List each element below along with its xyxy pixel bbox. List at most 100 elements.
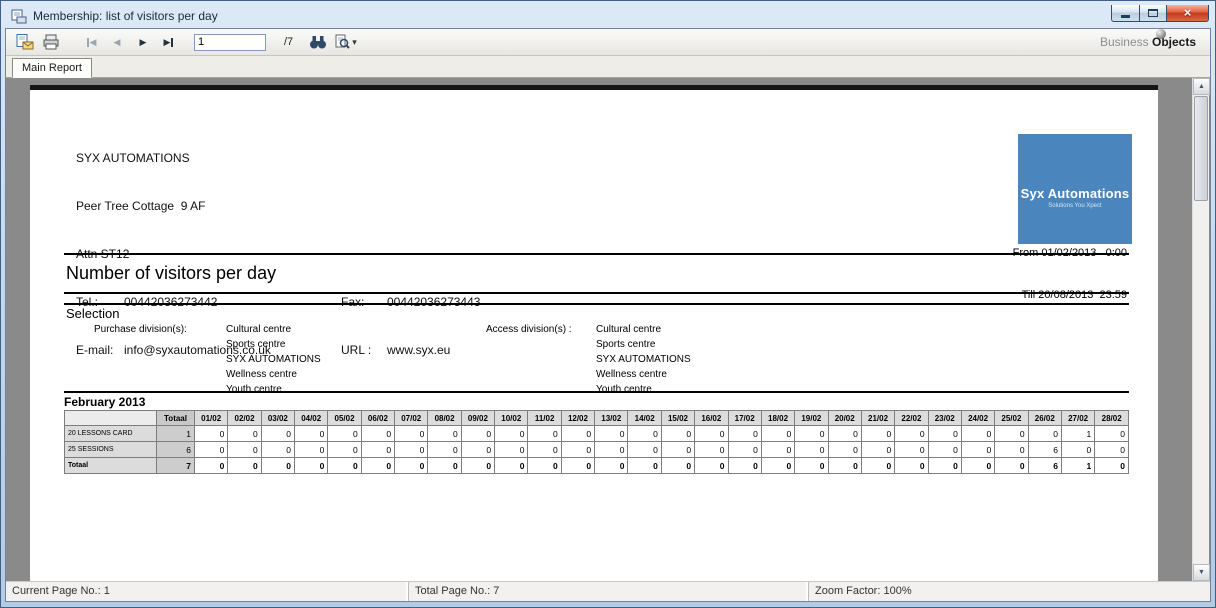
day-cell: 0 bbox=[460, 441, 496, 458]
logo-title: Syx Automations bbox=[1020, 186, 1130, 201]
table-header-cell: 08/02 bbox=[427, 410, 462, 426]
day-cell: 0 bbox=[927, 441, 962, 458]
day-cell: 0 bbox=[694, 425, 729, 442]
table-header-cell: 27/02 bbox=[1060, 410, 1096, 426]
purchase-division-item: SYX AUTOMATIONS bbox=[226, 354, 321, 365]
prev-page-button[interactable]: ◀ bbox=[106, 31, 128, 53]
search-expert-button[interactable]: ▾ bbox=[333, 31, 358, 53]
table-header-cell: 05/02 bbox=[327, 410, 362, 426]
print-button[interactable] bbox=[40, 31, 62, 53]
visitors-table: Totaal 01/02 02/02 03/02 04/02 05/02 06/02 07/0… bbox=[64, 410, 1129, 474]
table-header-cell: 13/02 bbox=[594, 410, 629, 426]
vertical-scrollbar[interactable]: ▲ ▼ bbox=[1192, 78, 1210, 581]
last-page-bar bbox=[171, 37, 174, 47]
export-button[interactable] bbox=[14, 31, 36, 53]
table-header-cell: 09/02 bbox=[460, 410, 496, 426]
day-cell: 0 bbox=[894, 425, 929, 442]
prev-page-icon: ◀ bbox=[113, 36, 121, 47]
table-header-cell: 04/02 bbox=[294, 410, 329, 426]
first-page-button[interactable]: ◀ bbox=[80, 31, 102, 53]
day-cell: 0 bbox=[394, 457, 429, 474]
page-number-input[interactable] bbox=[194, 33, 266, 51]
day-cell: 0 bbox=[827, 425, 862, 442]
find-button[interactable] bbox=[307, 31, 329, 53]
day-cell: 0 bbox=[327, 457, 362, 474]
day-cell: 0 bbox=[1027, 425, 1062, 442]
table-header-cell: 07/02 bbox=[394, 410, 429, 426]
day-cell: 0 bbox=[627, 425, 662, 442]
day-cell: 0 bbox=[494, 425, 529, 442]
tabstrip: Main Report bbox=[6, 56, 1210, 78]
purchase-division-item: Youth centre bbox=[226, 384, 282, 393]
report-viewer: SYX AUTOMATIONS Peer Tree Cottage 9 AF A… bbox=[6, 78, 1210, 581]
table-header-cell: 23/02 bbox=[927, 410, 962, 426]
date-range-till: Till 20/08/2013 23:59 bbox=[1021, 288, 1127, 301]
table-row: Totaal 7 0 0 0 0 0 0 0 0 0 0 0 0 0 0 0 0 0 0 0 0 0 0 0 0 0 6 1 0 bbox=[64, 457, 1129, 474]
day-cell: 0 bbox=[994, 425, 1029, 442]
access-division-item: Wellness centre bbox=[596, 369, 667, 380]
minimize-button[interactable] bbox=[1111, 4, 1139, 22]
day-cell: 0 bbox=[960, 425, 996, 442]
scroll-up-button[interactable]: ▲ bbox=[1193, 78, 1210, 95]
close-button[interactable]: × bbox=[1167, 4, 1209, 22]
table-header-cell: 11/02 bbox=[527, 410, 562, 426]
status-current-page: Current Page No.: 1 bbox=[6, 582, 409, 601]
purchase-division-item: Wellness centre bbox=[226, 369, 297, 380]
total-cell: 1 bbox=[156, 425, 195, 442]
bo-sphere-icon bbox=[1155, 29, 1166, 39]
day-cell: 0 bbox=[594, 425, 629, 442]
day-cell: 0 bbox=[294, 457, 329, 474]
report-page: SYX AUTOMATIONS Peer Tree Cottage 9 AF A… bbox=[30, 85, 1158, 581]
day-cell: 0 bbox=[1094, 425, 1129, 442]
tab-main-report[interactable]: Main Report bbox=[12, 58, 92, 78]
day-cell: 0 bbox=[960, 457, 996, 474]
day-cell: 1 bbox=[1060, 425, 1096, 442]
brand-business: Business bbox=[1099, 35, 1149, 49]
scroll-thumb[interactable] bbox=[1194, 96, 1208, 201]
access-divisions-label: Access division(s) : bbox=[486, 324, 572, 335]
scroll-down-icon: ▼ bbox=[1198, 569, 1205, 576]
report-title-band: Number of visitors per day From 01/02/20… bbox=[64, 247, 1129, 301]
day-cell: 0 bbox=[494, 457, 529, 474]
day-cell: 0 bbox=[760, 457, 796, 474]
next-page-icon: ▶ bbox=[139, 36, 147, 47]
export-icon bbox=[16, 34, 34, 50]
day-cell: 0 bbox=[594, 457, 629, 474]
scroll-up-icon: ▲ bbox=[1198, 83, 1205, 90]
day-cell: 0 bbox=[694, 441, 729, 458]
table-header-row: Totaal 01/02 02/02 03/02 04/02 05/02 06/02 07/0… bbox=[64, 410, 1129, 426]
maximize-icon bbox=[1148, 8, 1158, 17]
month-heading: February 2013 bbox=[64, 395, 146, 409]
access-division-item: Sports centre bbox=[596, 339, 656, 350]
table-header-cell: 01/02 bbox=[193, 410, 229, 426]
day-cell: 0 bbox=[527, 457, 562, 474]
day-cell: 0 bbox=[927, 425, 962, 442]
day-cell: 0 bbox=[394, 425, 429, 442]
window-controls: × bbox=[1111, 4, 1209, 22]
maximize-button[interactable] bbox=[1139, 4, 1167, 22]
report-title: Number of visitors per day bbox=[66, 263, 277, 283]
day-cell: 0 bbox=[260, 457, 296, 474]
scroll-down-button[interactable]: ▼ bbox=[1193, 564, 1210, 581]
day-cell: 0 bbox=[794, 457, 829, 474]
total-cell: 7 bbox=[156, 457, 195, 474]
day-cell: 0 bbox=[660, 425, 696, 442]
table-header-cell: 17/02 bbox=[727, 410, 762, 426]
purchase-divisions-list: Cultural centre Sports centre SYX AUTOMA… bbox=[226, 322, 486, 393]
app-body: ◀ ◀ ▶ ▶ /7 bbox=[5, 28, 1211, 602]
binoculars-icon bbox=[310, 36, 327, 49]
table-row: 25 SESSIONS 6 0 0 0 0 0 0 0 0 0 0 0 0 0 0 0 0 0 0 0 0 0 0 0 0 0 6 0 0 bbox=[64, 441, 1129, 458]
day-cell: 0 bbox=[227, 425, 262, 442]
selection-heading: Selection bbox=[66, 306, 120, 321]
row-label-cell: 20 LESSONS CARD bbox=[64, 425, 157, 442]
last-page-button[interactable]: ▶ bbox=[158, 31, 180, 53]
logo-tagline: Solutions You Xpect bbox=[1048, 203, 1102, 209]
day-cell: 0 bbox=[260, 441, 296, 458]
next-page-button[interactable]: ▶ bbox=[132, 31, 154, 53]
day-cell: 0 bbox=[460, 457, 496, 474]
statusbar: Current Page No.: 1 Total Page No.: 7 Zo… bbox=[6, 581, 1210, 601]
company-address: Peer Tree Cottage 9 AF bbox=[76, 199, 206, 213]
table-header-cell: 20/02 bbox=[827, 410, 862, 426]
search-icon bbox=[335, 34, 350, 49]
window-icon bbox=[11, 9, 27, 23]
